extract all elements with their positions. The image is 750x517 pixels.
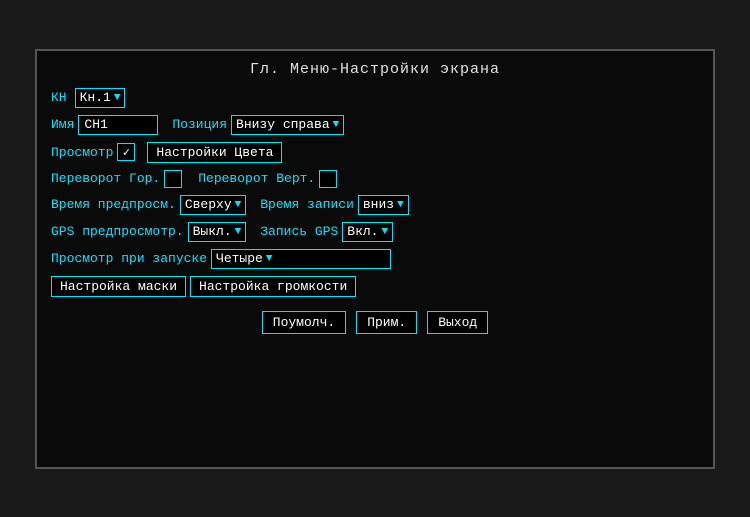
gps-preview-dropdown[interactable]: Выкл. ▼ <box>188 222 247 242</box>
gps-preview-value: Выкл. <box>193 224 232 239</box>
review-check-icon: ✓ <box>123 145 130 160</box>
preview-time-value: Сверху <box>185 197 232 212</box>
flip-row: Переворот Гор. Переворот Верт. <box>51 170 699 188</box>
default-button[interactable]: Поумолч. <box>262 311 346 334</box>
exit-button[interactable]: Выход <box>427 311 488 334</box>
mask-settings-button[interactable]: Настройка маски <box>51 276 186 297</box>
gps-row: GPS предпросмотр. Выкл. ▼ Запись GPS Вкл… <box>51 222 699 242</box>
preview-time-label: Время предпросм. <box>51 197 176 212</box>
record-time-label: Время записи <box>260 197 354 212</box>
gps-preview-arrow-icon: ▼ <box>235 226 242 238</box>
main-screen: Гл. Меню-Настройки экрана КН Кн.1 ▼ Имя … <box>35 49 715 469</box>
kn-arrow-icon: ▼ <box>114 92 121 104</box>
view-on-start-row: Просмотр при запуске Четыре ▼ <box>51 249 699 269</box>
color-settings-button[interactable]: Настройки Цвета <box>147 142 282 163</box>
kn-dropdown[interactable]: Кн.1 ▼ <box>75 88 126 108</box>
kn-label: КН <box>51 90 67 105</box>
action-buttons-row: Поумолч. Прим. Выход <box>51 311 699 334</box>
apply-button[interactable]: Прим. <box>356 311 417 334</box>
view-on-start-arrow-icon: ▼ <box>266 253 273 265</box>
gps-record-arrow-icon: ▼ <box>381 226 388 238</box>
position-label: Позиция <box>172 117 227 132</box>
review-checkbox[interactable]: ✓ <box>117 143 135 161</box>
screen-title: Гл. Меню-Настройки экрана <box>51 61 699 78</box>
kn-row: КН Кн.1 ▼ <box>51 88 699 108</box>
gps-record-dropdown[interactable]: Вкл. ▼ <box>342 222 393 242</box>
name-field[interactable]: СН1 <box>78 115 158 135</box>
view-on-start-value: Четыре <box>216 251 263 266</box>
volume-settings-button[interactable]: Настройка громкости <box>190 276 356 297</box>
name-position-row: Имя СН1 Позиция Внизу справа ▼ <box>51 115 699 135</box>
flip-hor-label: Переворот Гор. <box>51 171 160 186</box>
kn-value: Кн.1 <box>80 90 111 105</box>
name-label: Имя <box>51 117 74 132</box>
view-on-start-dropdown[interactable]: Четыре ▼ <box>211 249 391 269</box>
time-row: Время предпросм. Сверху ▼ Время записи в… <box>51 195 699 215</box>
record-time-arrow-icon: ▼ <box>397 199 404 211</box>
review-label: Просмотр <box>51 145 113 160</box>
position-arrow-icon: ▼ <box>333 119 340 131</box>
position-value: Внизу справа <box>236 117 330 132</box>
preview-time-dropdown[interactable]: Сверху ▼ <box>180 195 246 215</box>
record-time-value: вниз <box>363 197 394 212</box>
view-on-start-label: Просмотр при запуске <box>51 251 207 266</box>
position-dropdown[interactable]: Внизу справа ▼ <box>231 115 344 135</box>
flip-vert-label: Переворот Верт. <box>198 171 315 186</box>
flip-vert-checkbox[interactable] <box>319 170 337 188</box>
gps-record-value: Вкл. <box>347 224 378 239</box>
review-color-row: Просмотр ✓ Настройки Цвета <box>51 142 699 163</box>
gps-record-label: Запись GPS <box>260 224 338 239</box>
preview-time-arrow-icon: ▼ <box>235 199 242 211</box>
record-time-dropdown[interactable]: вниз ▼ <box>358 195 409 215</box>
gps-preview-label: GPS предпросмотр. <box>51 224 184 239</box>
mask-volume-row: Настройка маски Настройка громкости <box>51 276 699 297</box>
flip-hor-checkbox[interactable] <box>164 170 182 188</box>
